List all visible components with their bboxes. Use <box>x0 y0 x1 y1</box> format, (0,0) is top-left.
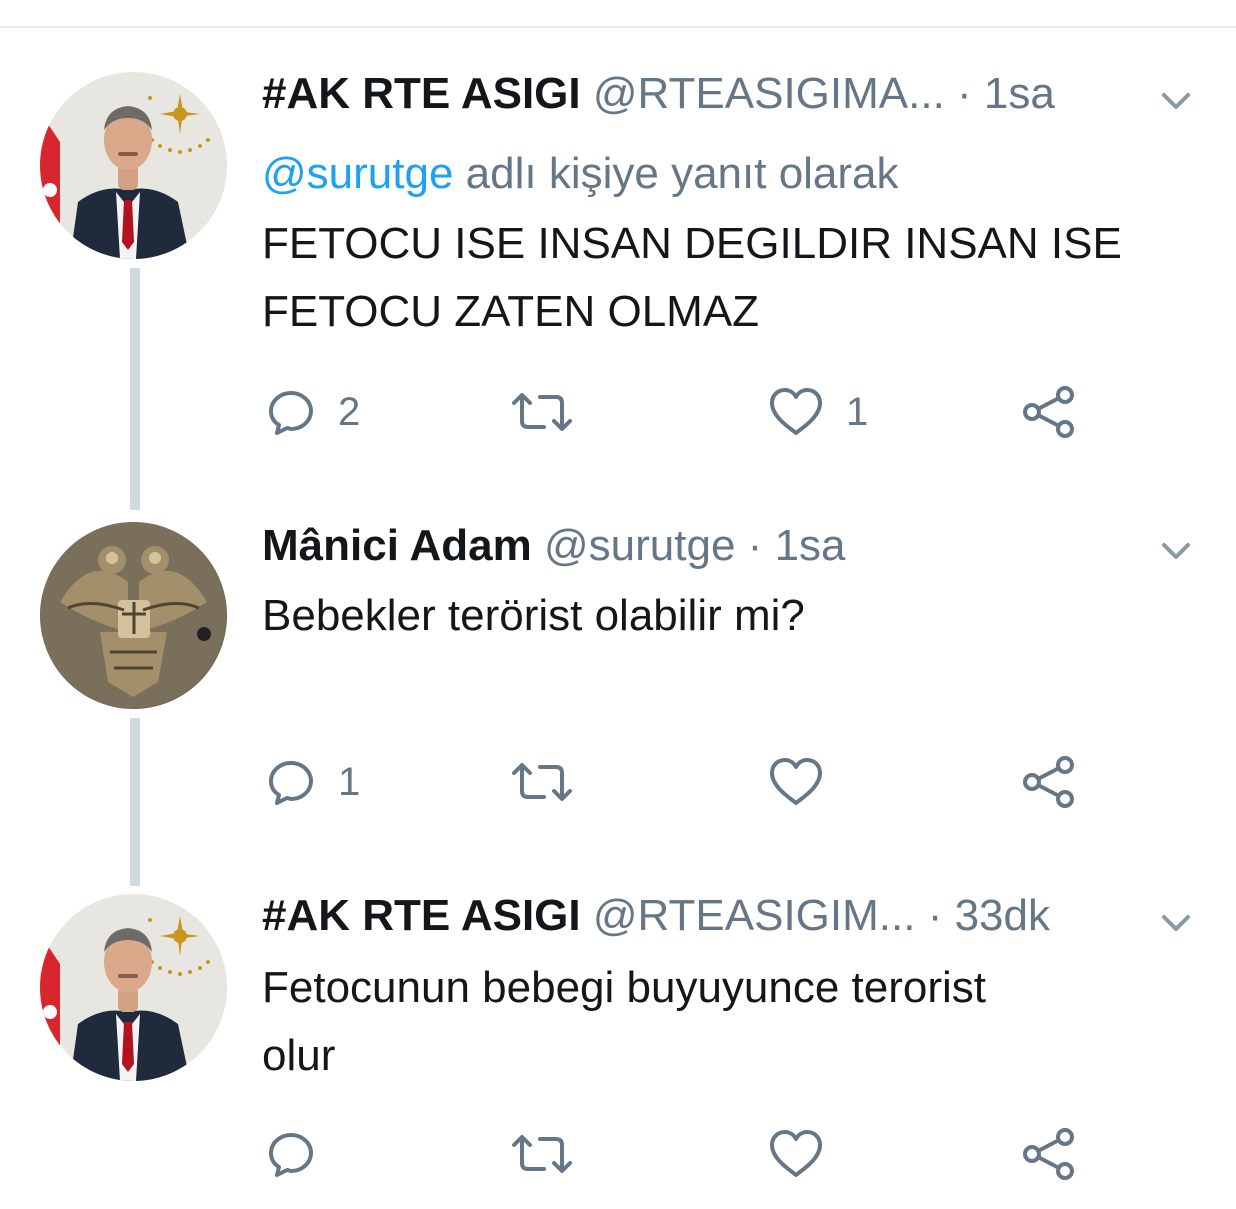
display-name[interactable]: #AK RTE ASIGI <box>262 891 581 940</box>
tweet-text-line: FETOCU ZATEN OLMAZ <box>262 287 760 336</box>
tweet-text: Bebekler terörist olabilir mi? <box>262 582 1202 650</box>
timestamp[interactable]: 1sa <box>984 69 1055 118</box>
retweet-button[interactable] <box>510 752 596 812</box>
reply-icon <box>269 761 313 805</box>
action-bar <box>0 1124 1236 1184</box>
tweet-2[interactable]: Mânici Adam @surutge · 1sa Bebekler terö… <box>0 500 1236 840</box>
reply-button[interactable]: 1 <box>266 752 360 812</box>
share-icon <box>1023 1128 1074 1180</box>
reply-context-text: adlı kişiye yanıt olarak <box>453 149 899 198</box>
tweet-header: #AK RTE ASIGI @RTEASIGIM... · 33dk <box>262 890 1050 942</box>
share-icon <box>1023 386 1074 438</box>
reply-count: 2 <box>338 390 361 434</box>
tweet-1[interactable]: #AK RTE ASIGI @RTEASIGIMA... · 1sa @suru… <box>0 0 1236 470</box>
user-handle[interactable]: @surutge <box>544 521 735 570</box>
retweet-button[interactable] <box>510 1124 596 1184</box>
timestamp[interactable]: 33dk <box>955 891 1050 940</box>
separator-dot: · <box>927 891 943 940</box>
like-button[interactable] <box>768 1124 846 1184</box>
like-button[interactable] <box>768 752 846 812</box>
heart-icon <box>770 1130 822 1177</box>
separator-dot: · <box>747 521 763 570</box>
reply-context: @surutge adlı kişiye yanıt olarak <box>262 148 899 200</box>
tweet-text: FETOCU ISE INSAN DEGILDIR INSAN ISE FETO… <box>262 210 1202 346</box>
timestamp[interactable]: 1sa <box>775 521 846 570</box>
action-bar: 1 <box>0 752 1236 812</box>
like-count: 1 <box>846 390 869 434</box>
retweet-icon <box>512 1135 572 1173</box>
user-handle[interactable]: @RTEASIGIM... <box>593 891 916 940</box>
tweet-3[interactable]: #AK RTE ASIGI @RTEASIGIM... · 33dk Fetoc… <box>0 870 1236 1200</box>
reply-count: 1 <box>338 760 361 804</box>
chevron-down-icon[interactable] <box>1156 86 1196 116</box>
heart-icon <box>770 388 822 435</box>
like-button[interactable]: 1 <box>768 382 868 442</box>
tweet-text: Fetocunun bebegi buyuyunce terorist olur <box>262 954 1202 1090</box>
reply-button[interactable]: 2 <box>266 382 360 442</box>
share-button[interactable] <box>1022 752 1076 812</box>
display-name[interactable]: Mânici Adam <box>262 521 532 570</box>
reply-icon <box>269 391 313 435</box>
share-button[interactable] <box>1022 1124 1076 1184</box>
avatar[interactable] <box>40 894 227 1081</box>
tweet-header: #AK RTE ASIGI @RTEASIGIMA... · 1sa <box>262 68 1055 120</box>
retweet-icon <box>512 763 572 801</box>
tweet-text-line: FETOCU ISE INSAN DEGILDIR INSAN ISE <box>262 219 1122 268</box>
tweet-text-line: Bebekler terörist olabilir mi? <box>262 591 805 640</box>
tweet-text-line: Fetocunun bebegi buyuyunce terorist <box>262 963 987 1012</box>
reply-mention-link[interactable]: @surutge <box>262 149 453 198</box>
retweet-button[interactable] <box>510 382 596 442</box>
reply-button[interactable] <box>266 1124 338 1184</box>
chevron-down-icon[interactable] <box>1156 908 1196 938</box>
user-handle[interactable]: @RTEASIGIMA... <box>593 69 945 118</box>
chevron-down-icon[interactable] <box>1156 536 1196 566</box>
avatar[interactable] <box>40 522 227 709</box>
heart-icon <box>770 758 822 805</box>
separator-dot: · <box>957 69 972 118</box>
share-button[interactable] <box>1022 382 1076 442</box>
tweet-header: Mânici Adam @surutge · 1sa <box>262 520 846 572</box>
reply-icon <box>269 1133 313 1177</box>
display-name[interactable]: #AK RTE ASIGI <box>262 69 581 118</box>
share-icon <box>1023 756 1074 808</box>
retweet-icon <box>512 393 572 431</box>
avatar[interactable] <box>40 72 227 259</box>
tweet-text-line: olur <box>262 1031 336 1080</box>
action-bar: 2 1 <box>0 382 1236 442</box>
